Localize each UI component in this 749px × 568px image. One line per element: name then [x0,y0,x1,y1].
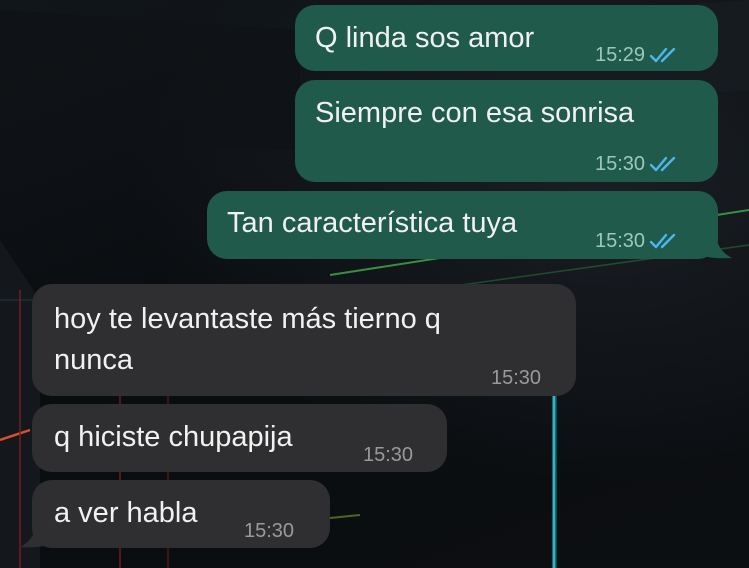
message-meta: 15:30 [595,147,681,181]
message-bubble-incoming[interactable]: hoy te levantaste más tierno q nunca 15:… [32,284,576,396]
message-bubble-outgoing[interactable]: Siempre con esa sonrisa 15:30 [295,80,718,182]
message-bubble-incoming[interactable]: a ver habla 15:30 [32,480,330,548]
message-text: q hiciste chupapija [54,421,293,453]
message-meta: 15:30 [595,224,681,258]
message-bubble-outgoing[interactable]: Q linda sos amor 15:29 [295,5,718,71]
message-text: Tan característica tuya [227,207,518,239]
message-text: Q linda sos amor [315,22,535,54]
message-text: Siempre con esa sonrisa [315,97,635,129]
message-meta: 15:29 [595,38,681,72]
double-check-icon [649,233,676,249]
message-text: a ver habla [54,497,198,529]
message-time: 15:30 [595,230,646,252]
message-meta: 15:30 [491,361,541,395]
message-text-line: nunca [54,344,134,376]
message-text-line: hoy te levantaste más tierno q [54,303,441,335]
double-check-icon [649,47,676,63]
message-time: 15:30 [595,153,646,175]
message-time: 15:30 [244,520,295,542]
message-time: 15:29 [595,44,646,66]
message-bubble-incoming[interactable]: q hiciste chupapija 15:30 [32,404,447,472]
message-bubble-outgoing[interactable]: Tan característica tuya 15:30 [207,191,718,259]
message-meta: 15:30 [244,514,294,548]
message-meta: 15:30 [363,438,413,472]
double-check-icon [649,156,676,172]
message-time: 15:30 [363,444,414,466]
message-time: 15:30 [491,367,542,389]
